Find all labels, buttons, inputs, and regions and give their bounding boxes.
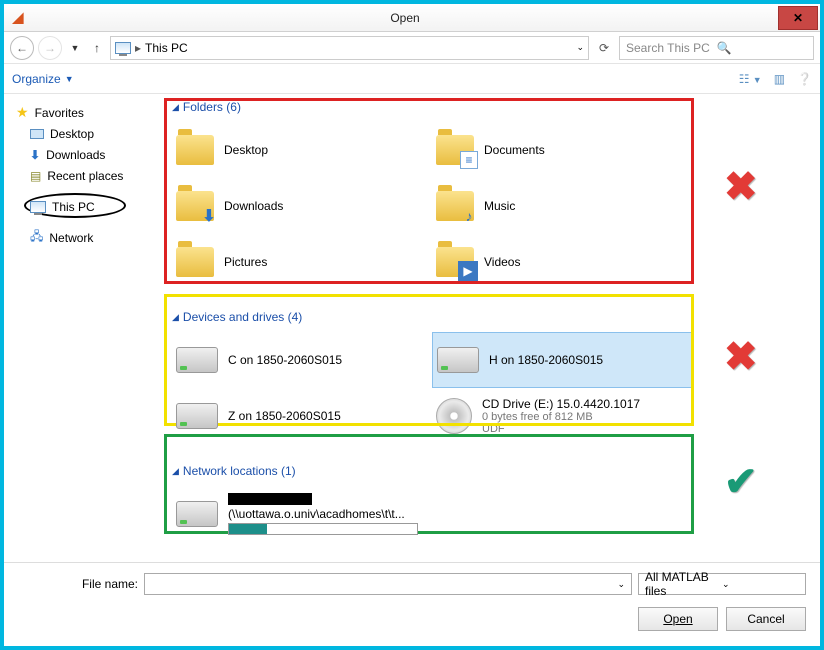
preview-pane-button[interactable]: ▥ <box>774 72 785 86</box>
folder-icon <box>176 247 214 277</box>
pc-icon <box>115 42 131 54</box>
collapse-icon: ◢ <box>172 466 179 477</box>
folder-icon <box>176 135 214 165</box>
section-folders: ◢ Folders (6) Desktop ⬇Downloads Picture… <box>166 96 812 294</box>
filename-label: File name: <box>18 577 138 591</box>
folder-icon: ▶ <box>436 247 474 277</box>
drive-c[interactable]: C on 1850-2060S015 <box>172 332 432 388</box>
folder-videos[interactable]: ▶Videos <box>432 234 692 290</box>
back-button[interactable]: ← <box>10 36 34 60</box>
drive-cd[interactable]: CD Drive (E:) 15.0.4420.1017 0 bytes fre… <box>432 388 692 444</box>
sidebar-item-recent[interactable]: ▤ Recent places <box>12 165 164 186</box>
annotation-check: ✔ <box>724 459 758 505</box>
section-netloc: ◢ Network locations (1) (\\uottawa.o.uni… <box>166 460 812 546</box>
up-button[interactable]: ↑ <box>88 41 106 55</box>
breadcrumb[interactable]: ▸ This PC ⌄ <box>110 36 589 60</box>
desktop-icon <box>30 129 44 139</box>
drive-h[interactable]: H on 1850-2060S015 <box>432 332 692 388</box>
folder-music[interactable]: ♪Music <box>432 178 692 234</box>
folder-downloads[interactable]: ⬇Downloads <box>172 178 432 234</box>
folder-desktop[interactable]: Desktop <box>172 122 432 178</box>
cd-icon <box>436 398 472 434</box>
forward-button[interactable]: → <box>38 36 62 60</box>
network-icon: 🖧 <box>30 227 43 248</box>
drive-icon <box>437 347 479 373</box>
redacted-label <box>228 493 312 505</box>
sidebar-item-downloads[interactable]: ⬇ Downloads <box>12 144 164 165</box>
network-location[interactable]: (\\uottawa.o.univ\acadhomes\t\t... <box>172 486 806 542</box>
recent-icon: ▤ <box>30 169 41 183</box>
view-options-button[interactable]: ☷ ▼ <box>739 72 762 86</box>
section-folders-header[interactable]: ◢ Folders (6) <box>166 96 812 118</box>
organize-menu[interactable]: Organize ▼ <box>12 72 74 86</box>
content-pane: ✖ ◢ Folders (6) Desktop ⬇Downloads Pictu… <box>164 94 820 562</box>
breadcrumb-text: This PC <box>145 41 188 55</box>
folder-documents[interactable]: ≡Documents <box>432 122 692 178</box>
sidebar-favorites-header[interactable]: ★ Favorites <box>12 102 164 123</box>
folder-icon: ⬇ <box>176 191 214 221</box>
download-icon: ⬇ <box>30 148 40 162</box>
annotation-x-2: ✖ <box>724 334 758 380</box>
toolbar: Organize ▼ ☷ ▼ ▥ ❔ <box>4 64 820 94</box>
folder-icon: ≡ <box>436 135 474 165</box>
sidebar-item-network[interactable]: 🖧 Network <box>12 227 164 248</box>
bottom-panel: File name: ⌄ All MATLAB files⌄ Open Canc… <box>4 562 820 646</box>
close-button[interactable]: ✕ <box>778 6 818 30</box>
collapse-icon: ◢ <box>172 102 179 113</box>
drive-icon <box>176 501 218 527</box>
cancel-button[interactable]: Cancel <box>726 607 806 631</box>
storage-bar <box>228 523 418 535</box>
section-drives: ◢ Devices and drives (4) C on 1850-2060S… <box>166 306 812 448</box>
search-input[interactable]: Search This PC 🔍 <box>619 36 814 60</box>
refresh-button[interactable]: ⟳ <box>593 41 615 55</box>
open-dialog: ◢ Open ✕ ← → ▼ ↑ ▸ This PC ⌄ ⟳ Search Th… <box>4 4 820 646</box>
sidebar-item-this-pc[interactable]: This PC <box>12 196 164 217</box>
folder-icon: ♪ <box>436 191 474 221</box>
open-button[interactable]: Open <box>638 607 718 631</box>
recent-dropdown[interactable]: ▼ <box>66 43 84 53</box>
window-title: Open <box>32 11 778 25</box>
drive-icon <box>176 347 218 373</box>
annotation-x-1: ✖ <box>724 164 758 210</box>
filetype-filter[interactable]: All MATLAB files⌄ <box>638 573 806 595</box>
titlebar: ◢ Open ✕ <box>4 4 820 32</box>
folder-pictures[interactable]: Pictures <box>172 234 432 290</box>
filename-input[interactable]: ⌄ <box>144 573 632 595</box>
sidebar-item-desktop[interactable]: Desktop <box>12 123 164 144</box>
app-icon: ◢ <box>4 9 32 26</box>
breadcrumb-dropdown[interactable]: ⌄ <box>576 42 584 53</box>
collapse-icon: ◢ <box>172 312 179 323</box>
pc-icon <box>30 201 46 213</box>
breadcrumb-sep: ▸ <box>135 41 141 55</box>
star-icon: ★ <box>16 104 29 121</box>
drive-z[interactable]: Z on 1850-2060S015 <box>172 388 432 444</box>
navbar: ← → ▼ ↑ ▸ This PC ⌄ ⟳ Search This PC 🔍 <box>4 32 820 64</box>
sidebar: ★ Favorites Desktop ⬇ Downloads ▤ Recent… <box>4 94 164 562</box>
drive-icon <box>176 403 218 429</box>
help-button[interactable]: ❔ <box>797 72 812 86</box>
section-netloc-header[interactable]: ◢ Network locations (1) <box>166 460 812 482</box>
search-icon: 🔍 <box>717 41 808 55</box>
section-drives-header[interactable]: ◢ Devices and drives (4) <box>166 306 812 328</box>
